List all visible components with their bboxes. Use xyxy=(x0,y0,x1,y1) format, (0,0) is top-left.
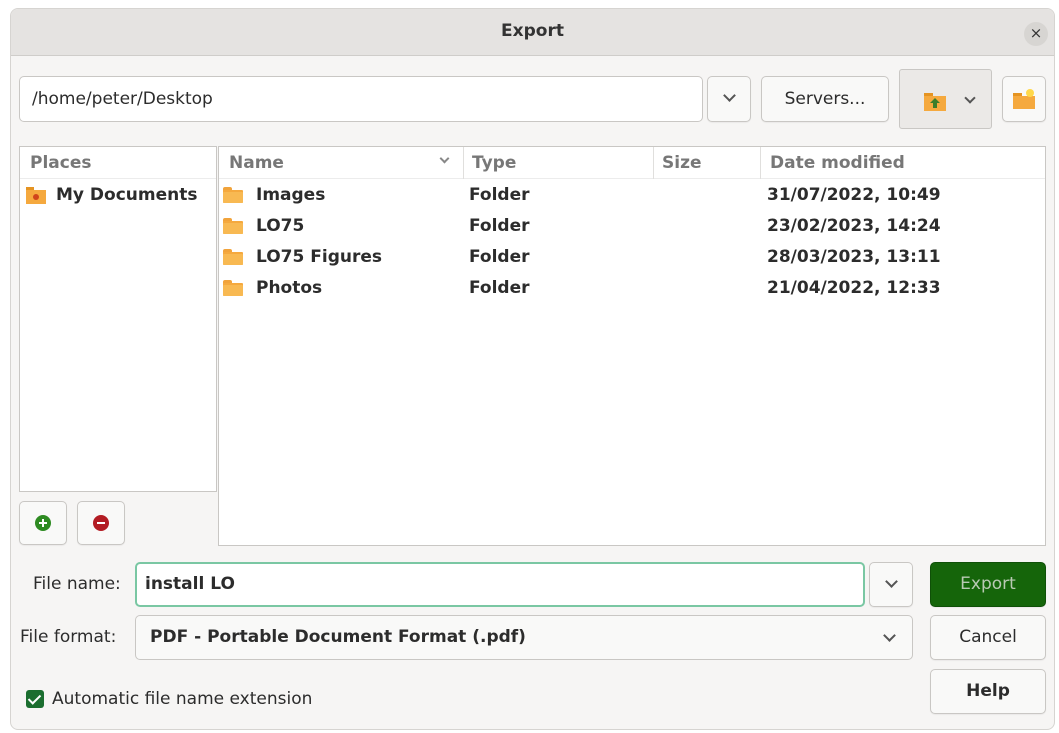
file-date: 21/04/2022, 12:33 xyxy=(767,278,941,298)
chevron-down-icon xyxy=(883,629,896,642)
file-name: LO75 xyxy=(256,216,305,236)
column-header-type[interactable]: Type xyxy=(472,153,516,173)
servers-button[interactable]: Servers... xyxy=(761,76,889,122)
table-row[interactable]: Images Folder 31/07/2022, 10:49 xyxy=(219,180,1045,211)
chevron-down-icon xyxy=(964,92,976,104)
chevron-down-icon xyxy=(884,575,898,588)
auto-extension-label[interactable]: Automatic file name extension xyxy=(52,689,312,709)
column-divider xyxy=(463,147,464,179)
folder-star-icon xyxy=(26,186,46,204)
title-bar: Export × xyxy=(11,9,1054,56)
file-list: Name Type Size Date modified Images Fold… xyxy=(218,146,1046,546)
file-type: Folder xyxy=(469,247,530,267)
column-header-date[interactable]: Date modified xyxy=(770,153,905,173)
file-name-input[interactable]: install LO xyxy=(135,562,865,607)
column-header-size[interactable]: Size xyxy=(662,153,702,173)
folder-icon xyxy=(223,249,243,270)
file-name-label: File name: xyxy=(33,574,121,594)
file-type: Folder xyxy=(469,278,530,298)
column-header-name[interactable]: Name xyxy=(229,153,284,173)
file-date: 31/07/2022, 10:49 xyxy=(767,185,941,205)
column-divider xyxy=(760,147,761,179)
file-date: 28/03/2023, 13:11 xyxy=(767,247,941,267)
file-list-header: Name Type Size Date modified xyxy=(219,147,1045,179)
file-name-dropdown-button[interactable] xyxy=(869,562,913,607)
remove-icon xyxy=(93,515,109,531)
help-button[interactable]: Help xyxy=(930,669,1046,714)
file-format-label: File format: xyxy=(20,627,117,647)
file-date: 23/02/2023, 14:24 xyxy=(767,216,941,236)
folder-up-icon xyxy=(924,93,946,111)
places-item-label: My Documents xyxy=(56,185,198,205)
folder-icon xyxy=(223,280,243,301)
sort-chevron-icon xyxy=(439,153,450,164)
new-folder-icon xyxy=(1013,89,1035,109)
file-type: Folder xyxy=(469,185,530,205)
export-dialog: Export × /home/peter/Desktop Servers... … xyxy=(10,8,1055,730)
file-name: Photos xyxy=(256,278,323,298)
up-level-button[interactable] xyxy=(899,69,992,129)
auto-extension-checkbox[interactable] xyxy=(26,690,44,708)
dialog-title: Export xyxy=(501,21,564,41)
remove-place-button[interactable] xyxy=(77,501,125,545)
add-place-button[interactable] xyxy=(19,501,67,545)
places-item-my-documents[interactable]: My Documents xyxy=(20,179,216,211)
new-folder-button[interactable] xyxy=(1002,76,1046,122)
cancel-button[interactable]: Cancel xyxy=(930,615,1046,660)
table-row[interactable]: Photos Folder 21/04/2022, 12:33 xyxy=(219,273,1045,304)
path-input[interactable]: /home/peter/Desktop xyxy=(19,76,703,122)
file-type: Folder xyxy=(469,216,530,236)
path-dropdown-button[interactable] xyxy=(707,76,751,122)
file-name: Images xyxy=(256,185,326,205)
places-header: Places xyxy=(20,147,216,179)
folder-icon xyxy=(223,218,243,239)
chevron-down-icon xyxy=(722,89,736,102)
file-name: LO75 Figures xyxy=(256,247,382,267)
file-format-value: PDF - Portable Document Format (.pdf) xyxy=(150,627,526,647)
close-button[interactable]: × xyxy=(1024,22,1048,46)
add-icon xyxy=(35,515,51,531)
table-row[interactable]: LO75 Figures Folder 28/03/2023, 13:11 xyxy=(219,242,1045,273)
column-divider xyxy=(653,147,654,179)
table-row[interactable]: LO75 Folder 23/02/2023, 14:24 xyxy=(219,211,1045,242)
places-panel: Places My Documents xyxy=(19,146,217,492)
export-button[interactable]: Export xyxy=(930,562,1046,607)
folder-icon xyxy=(223,187,243,208)
file-format-select[interactable]: PDF - Portable Document Format (.pdf) xyxy=(135,615,913,660)
